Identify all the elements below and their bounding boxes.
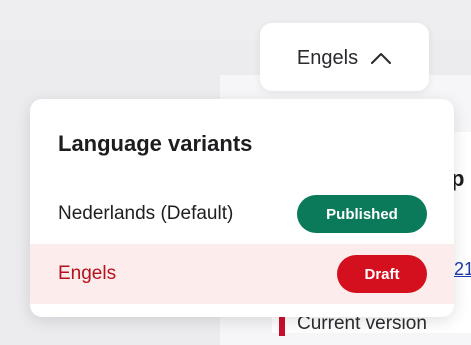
variant-label: Nederlands (Default): [58, 203, 234, 224]
language-selector-label: Engels: [296, 46, 359, 69]
current-version-marker: [279, 316, 285, 336]
status-badge-published: Published: [297, 195, 427, 233]
variant-label: Engels: [58, 263, 117, 284]
partial-link[interactable]: 21: [454, 260, 471, 278]
chevron-up-icon: [371, 53, 392, 64]
variant-item-nederlands[interactable]: Nederlands (Default) Published: [30, 186, 454, 242]
status-badge-draft: Draft: [337, 255, 427, 293]
language-variants-dropdown: Language variants Nederlands (Default) P…: [30, 99, 454, 317]
variant-item-engels[interactable]: Engels Draft: [30, 244, 454, 304]
dropdown-title: Language variants: [58, 131, 253, 156]
language-selector-button[interactable]: Engels: [260, 23, 429, 91]
